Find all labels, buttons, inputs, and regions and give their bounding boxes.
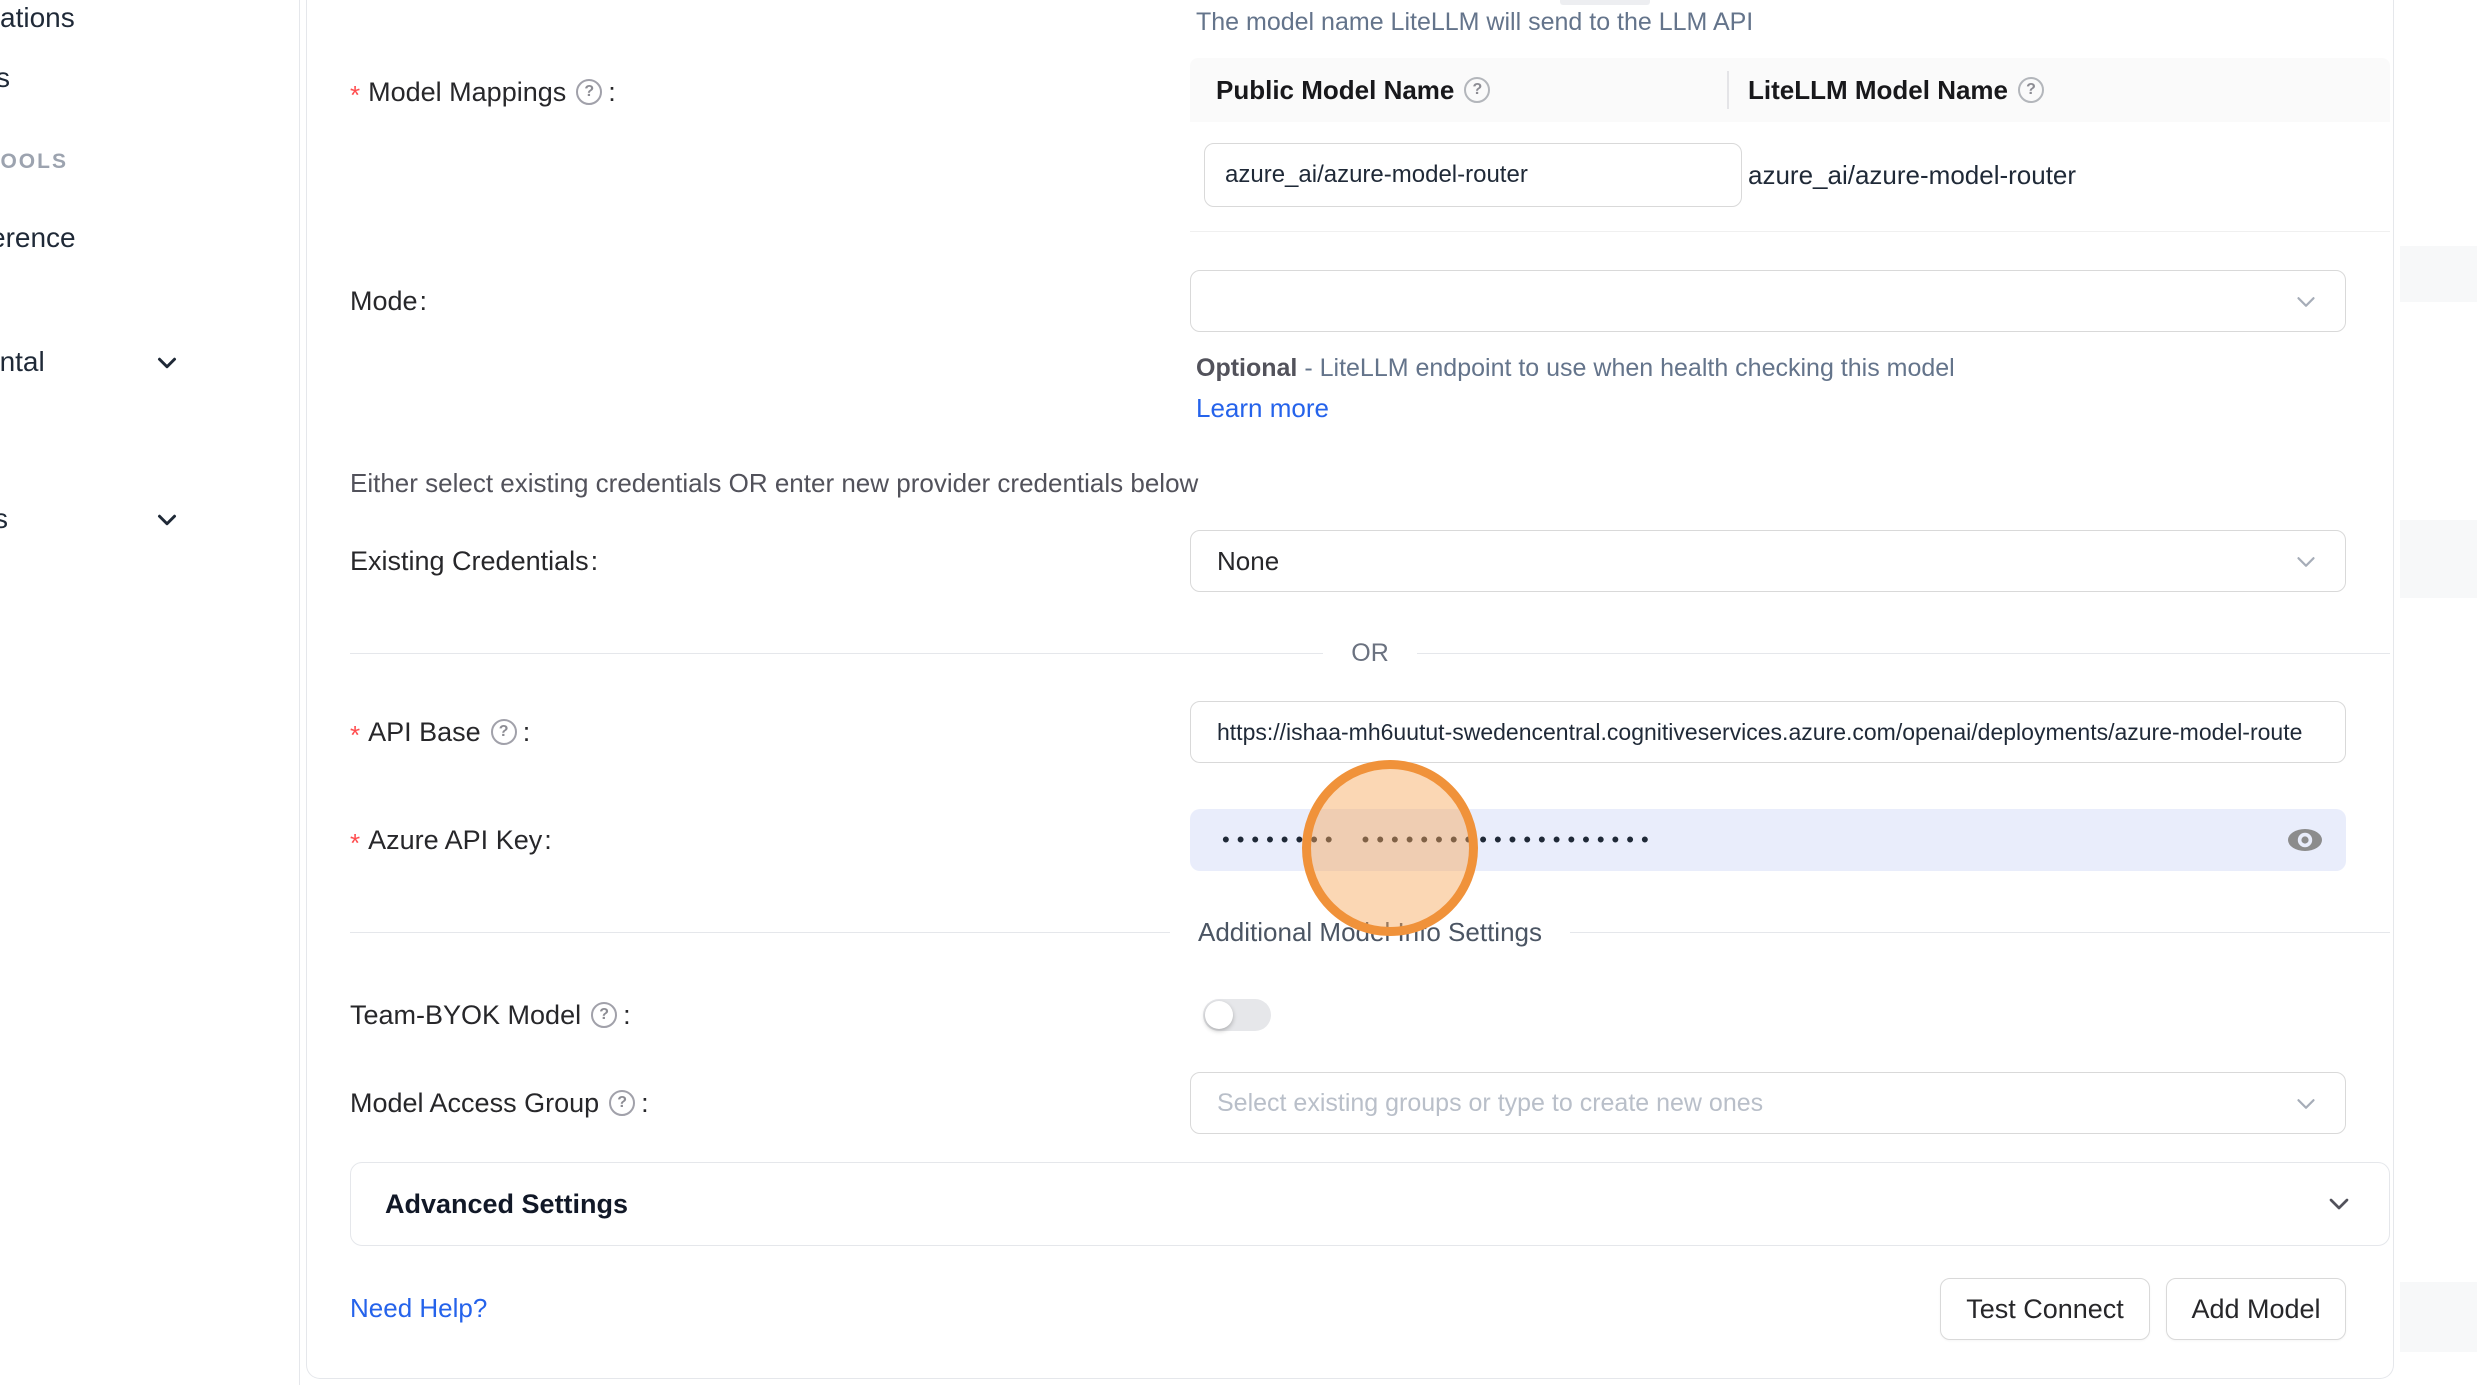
chevron-down-icon (2291, 287, 2321, 317)
divider-text: OR (1351, 639, 1389, 668)
question-icon[interactable]: ? (1464, 77, 1490, 103)
question-icon[interactable]: ? (609, 1090, 635, 1116)
or-divider: OR (350, 638, 2390, 668)
learn-more-link[interactable]: Learn more (1196, 393, 1329, 423)
label-colon: : (544, 825, 552, 856)
select-placeholder: Select existing groups or type to create… (1217, 1089, 1763, 1118)
header-text: LiteLLM Model Name (1748, 75, 2008, 106)
help-bold: Optional (1196, 354, 1297, 382)
chevron-down-icon (2323, 1188, 2355, 1220)
sidebar-item-label: s (0, 503, 8, 534)
advanced-settings-panel[interactable]: Advanced Settings (350, 1162, 2390, 1246)
label-text: API Base (368, 717, 481, 748)
label-text: Model Access Group (350, 1088, 599, 1119)
label-colon: : (641, 1088, 649, 1119)
add-model-button[interactable]: Add Model (2166, 1278, 2346, 1340)
question-icon[interactable]: ? (491, 719, 517, 745)
column-header-public-model-name: Public Model Name ? (1216, 58, 1494, 122)
question-icon[interactable]: ? (2018, 77, 2044, 103)
credentials-note: Either select existing credentials OR en… (350, 468, 1198, 499)
background-artifact (2400, 1282, 2477, 1352)
label-colon: : (420, 286, 428, 317)
additional-settings-divider: Additional Model Info Settings (350, 917, 2390, 947)
background-artifact (2400, 246, 2477, 302)
masked-value: •••••••••••••••••••• (1362, 809, 1656, 871)
sidebar-item-settings[interactable]: s (0, 503, 8, 535)
chevron-down-icon (2291, 547, 2321, 577)
sidebar: ations s TOOLS erence ental s (0, 0, 300, 1385)
background-artifact (2400, 520, 2477, 598)
team-byok-label: Team-BYOK Model ? : (350, 995, 631, 1035)
label-colon: : (608, 77, 616, 108)
sidebar-item-models[interactable]: s (0, 62, 10, 94)
label-text: Existing Credentials (350, 546, 589, 577)
required-asterisk: * (350, 822, 360, 859)
label-text: Mode (350, 286, 418, 317)
help-body: - LiteLLM endpoint to use when health ch… (1297, 354, 1954, 382)
divider-line (350, 653, 1323, 654)
azure-api-key-label: * Azure API Key : (350, 820, 552, 860)
advanced-settings-title: Advanced Settings (385, 1189, 628, 1220)
toggle-handle (1205, 1001, 1233, 1029)
chevron-down-icon[interactable] (152, 505, 182, 535)
model-access-group-select[interactable]: Select existing groups or type to create… (1190, 1072, 2346, 1134)
sidebar-section-tools: TOOLS (0, 150, 68, 174)
label-text: Team-BYOK Model (350, 1000, 581, 1031)
mode-help-text: Optional - LiteLLM endpoint to use when … (1196, 348, 2026, 429)
model-access-group-label: Model Access Group ? : (350, 1083, 649, 1123)
question-icon[interactable]: ? (576, 79, 602, 105)
api-base-input[interactable] (1217, 702, 2335, 762)
public-model-name-input[interactable] (1225, 144, 1721, 206)
need-help-link[interactable]: Need Help? (350, 1293, 487, 1324)
label-colon: : (591, 546, 599, 577)
label-text: Azure API Key (368, 825, 542, 856)
sidebar-item-label: ations (0, 2, 75, 33)
header-text: Public Model Name (1216, 75, 1454, 106)
sidebar-item-organizations[interactable]: ations (0, 2, 75, 34)
add-model-page: ations s TOOLS erence ental s The model … (0, 0, 2477, 1385)
required-asterisk: * (350, 74, 360, 111)
sidebar-item-label: erence (0, 222, 76, 253)
divider-line (350, 932, 1170, 933)
api-base-label: * API Base ? : (350, 712, 530, 752)
chevron-down-icon[interactable] (152, 348, 182, 378)
existing-credentials-label: Existing Credentials : (350, 541, 598, 581)
column-header-litellm-model-name: LiteLLM Model Name ? (1748, 58, 2048, 122)
required-asterisk: * (350, 714, 360, 751)
divider-text: Additional Model Info Settings (1198, 917, 1542, 948)
divider-line (1417, 653, 2390, 654)
masked-value: •••••••• (1222, 809, 1340, 871)
sidebar-item-inference[interactable]: erence (0, 222, 76, 254)
sidebar-item-experimental[interactable]: ental (0, 346, 45, 378)
litellm-model-name-value: azure_ai/azure-model-router (1748, 143, 2076, 207)
mode-label: Mode : (350, 281, 427, 321)
clipped-content-top (1560, 0, 1650, 5)
label-text: Model Mappings (368, 77, 566, 108)
label-colon: : (523, 717, 531, 748)
header-divider (1727, 71, 1729, 109)
section-label: TOOLS (0, 150, 68, 173)
question-icon[interactable]: ? (591, 1002, 617, 1028)
label-colon: : (623, 1000, 631, 1031)
sidebar-item-label: s (0, 62, 10, 93)
team-byok-toggle[interactable] (1203, 999, 1271, 1031)
chevron-down-icon (2291, 1089, 2321, 1119)
table-header-row: Public Model Name ? LiteLLM Model Name ? (1190, 58, 2390, 122)
select-value: None (1217, 546, 1279, 577)
test-connect-button[interactable]: Test Connect (1940, 1278, 2150, 1340)
model-name-helper-text: The model name LiteLLM will send to the … (1196, 8, 1753, 37)
eye-icon[interactable] (2286, 825, 2324, 855)
existing-credentials-select[interactable]: None (1190, 530, 2346, 592)
divider-line (1570, 932, 2390, 933)
sidebar-item-label: ental (0, 346, 45, 377)
model-mappings-label: * Model Mappings ? : (350, 72, 616, 112)
api-base-field (1190, 701, 2346, 763)
public-model-name-field (1204, 143, 1742, 207)
table-bottom-border (1190, 231, 2390, 232)
mode-select[interactable] (1190, 270, 2346, 332)
azure-api-key-input[interactable]: •••••••• •••••••••••••••••••• (1190, 809, 2346, 871)
